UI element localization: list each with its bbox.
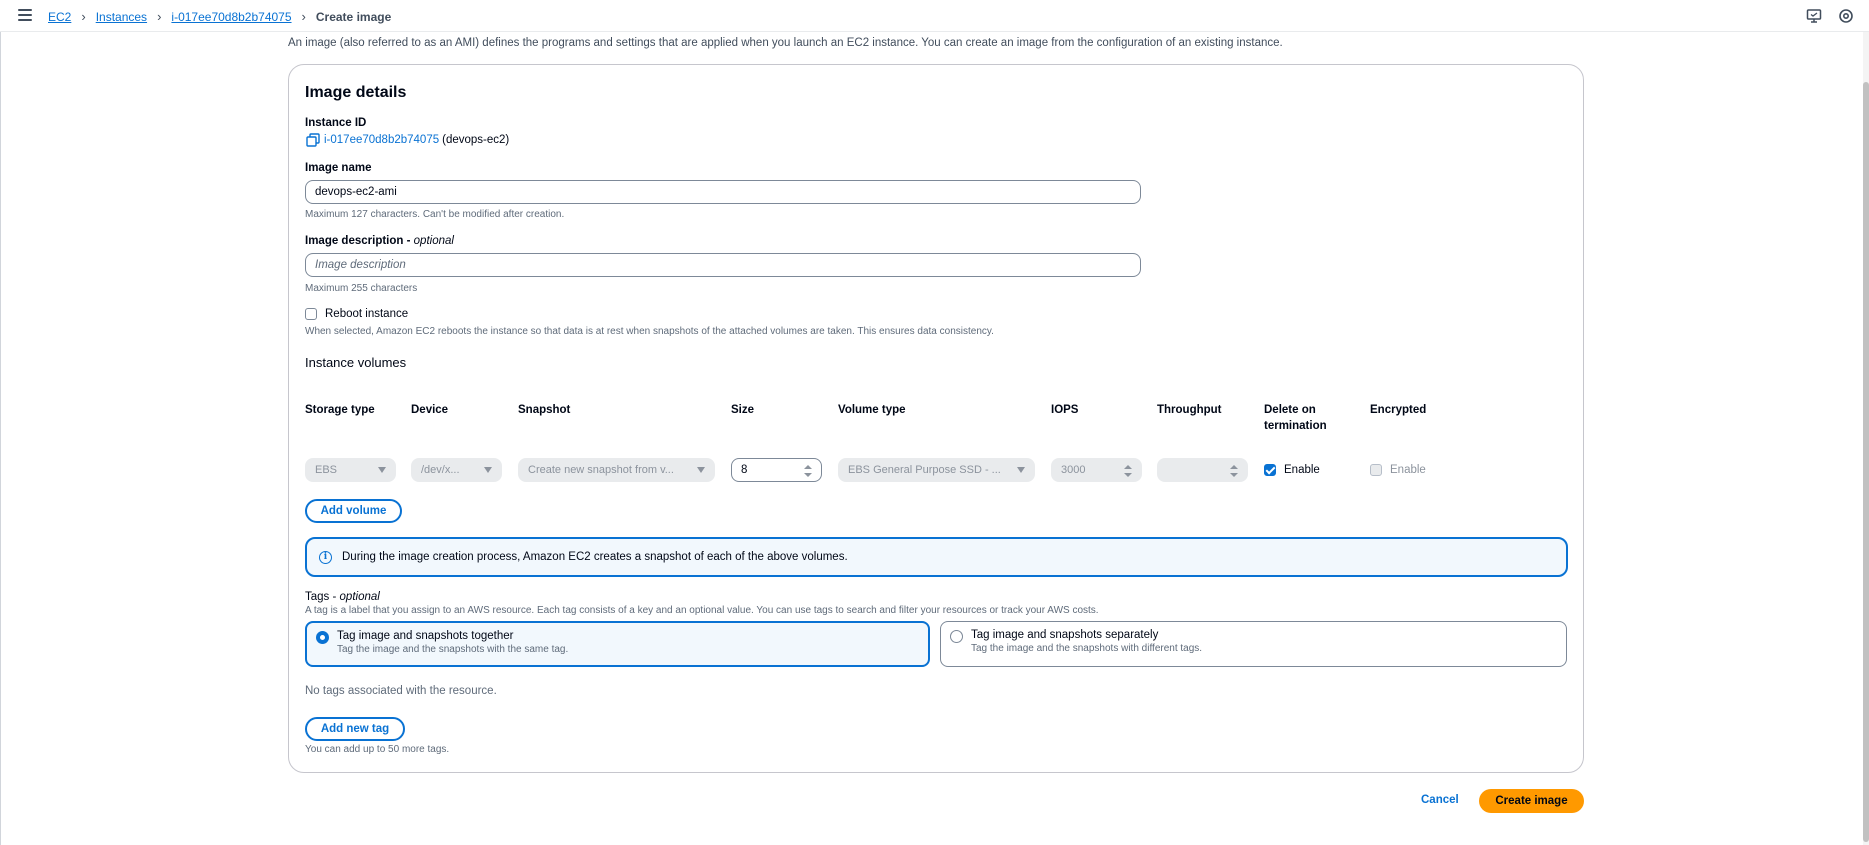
copy-icon[interactable] — [306, 133, 320, 147]
encrypted-label: Enable — [1390, 464, 1426, 476]
no-tags-text: No tags associated with the resource. — [305, 685, 497, 697]
breadcrumb-instances[interactable]: Instances — [96, 10, 147, 24]
caret-down-icon — [1017, 467, 1025, 473]
instance-id-label: Instance ID — [305, 117, 367, 129]
tag-together-option[interactable]: Tag image and snapshots together Tag the… — [305, 621, 930, 667]
reboot-row: Reboot instance — [305, 308, 408, 320]
delete-on-termination-checkbox[interactable] — [1264, 464, 1276, 476]
encrypted-row: Enable — [1370, 464, 1426, 476]
left-border — [0, 32, 1, 845]
caret-down-icon — [697, 467, 705, 473]
create-image-button[interactable]: Create image — [1479, 789, 1584, 813]
col-size: Size — [731, 404, 755, 416]
tags-limit-hint: You can add up to 50 more tags. — [305, 744, 450, 755]
volumes-info-text: During the image creation process, Amazo… — [342, 551, 848, 563]
col-delete-on-termination: Delete on termination — [1264, 404, 1327, 432]
col-throughput: Throughput — [1157, 404, 1222, 416]
reboot-checkbox[interactable] — [305, 308, 317, 320]
image-details-panel: Image details Instance ID i-017ee70d8b2b… — [288, 64, 1584, 773]
instance-id-row: i-017ee70d8b2b74075 (devops-ec2) — [306, 133, 509, 147]
breadcrumb-instance-id[interactable]: i-017ee70d8b2b74075 — [171, 10, 291, 24]
delete-on-termination-row: Enable — [1264, 464, 1320, 476]
instance-id-link[interactable]: i-017ee70d8b2b74075 — [324, 134, 439, 146]
instance-name: (devops-ec2) — [442, 134, 510, 146]
tag-separate-option[interactable]: Tag image and snapshots separately Tag t… — [940, 621, 1567, 667]
image-name-input[interactable]: devops-ec2-ami — [305, 180, 1141, 204]
stepper-icon[interactable] — [804, 465, 812, 477]
col-volume-type: Volume type — [838, 404, 906, 416]
tag-separate-desc: Tag the image and the snapshots with dif… — [971, 643, 1203, 654]
image-name-hint: Maximum 127 characters. Can't be modifie… — [305, 209, 565, 220]
info-icon: i — [319, 550, 332, 564]
hamburger-menu-icon[interactable] — [18, 9, 32, 21]
page-intro: An image (also referred to as an AMI) de… — [288, 37, 1283, 49]
volumes-info-alert: i During the image creation process, Ama… — [305, 537, 1568, 577]
tags-label: Tags - optional — [305, 591, 380, 603]
col-device: Device — [411, 404, 449, 416]
top-navigation: EC2 › Instances › i-017ee70d8b2b74075 › … — [0, 0, 1869, 32]
tag-separate-radio[interactable] — [950, 630, 963, 643]
breadcrumb-ec2[interactable]: EC2 — [48, 10, 71, 24]
throughput-input — [1157, 458, 1248, 482]
volume-type-select: EBS General Purpose SSD - ... — [838, 458, 1035, 482]
col-encrypted: Encrypted — [1370, 404, 1427, 416]
add-new-tag-button[interactable]: Add new tag — [305, 717, 405, 741]
scrollbar-thumb[interactable] — [1863, 82, 1869, 842]
scrollbar[interactable] — [1863, 32, 1869, 845]
add-volume-button[interactable]: Add volume — [305, 499, 402, 523]
stepper-icon — [1230, 465, 1238, 477]
breadcrumb: EC2 › Instances › i-017ee70d8b2b74075 › … — [48, 9, 391, 24]
chevron-right-icon: › — [81, 9, 86, 24]
breadcrumb-current: Create image — [315, 9, 392, 24]
chevron-right-icon: › — [157, 9, 162, 24]
image-description-hint: Maximum 255 characters — [305, 283, 418, 294]
iops-input: 3000 — [1051, 458, 1142, 482]
image-description-input[interactable]: Image description — [305, 253, 1141, 277]
tags-description: A tag is a label that you assign to an A… — [305, 605, 1099, 616]
col-storage-type: Storage type — [305, 404, 375, 416]
tag-separate-title: Tag image and snapshots separately — [971, 629, 1159, 641]
tag-together-radio[interactable] — [316, 631, 329, 644]
caret-down-icon — [484, 467, 492, 473]
chevron-right-icon: › — [301, 9, 306, 24]
delete-on-termination-label: Enable — [1284, 464, 1320, 476]
reboot-label: Reboot instance — [325, 308, 409, 320]
col-snapshot: Snapshot — [518, 404, 571, 416]
settings-icon[interactable] — [1838, 8, 1854, 24]
reboot-hint: When selected, Amazon EC2 reboots the in… — [305, 326, 994, 337]
tag-together-desc: Tag the image and the snapshots with the… — [337, 644, 569, 655]
size-input[interactable]: 8 — [731, 458, 822, 482]
storage-type-select: EBS — [305, 458, 396, 482]
device-select: /dev/x... — [411, 458, 502, 482]
col-iops: IOPS — [1051, 404, 1079, 416]
instance-volumes-title: Instance volumes — [305, 355, 407, 370]
notifications-icon[interactable] — [1806, 8, 1822, 24]
panel-title: Image details — [305, 84, 407, 101]
tag-together-title: Tag image and snapshots together — [337, 630, 514, 642]
cancel-button[interactable]: Cancel — [1421, 794, 1459, 806]
image-name-label: Image name — [305, 162, 372, 174]
encrypted-checkbox — [1370, 464, 1382, 476]
snapshot-select: Create new snapshot from v... — [518, 458, 715, 482]
caret-down-icon — [378, 467, 386, 473]
optional-label: optional — [413, 235, 454, 247]
stepper-icon — [1124, 465, 1132, 477]
image-description-label: Image description - optional — [305, 235, 454, 247]
